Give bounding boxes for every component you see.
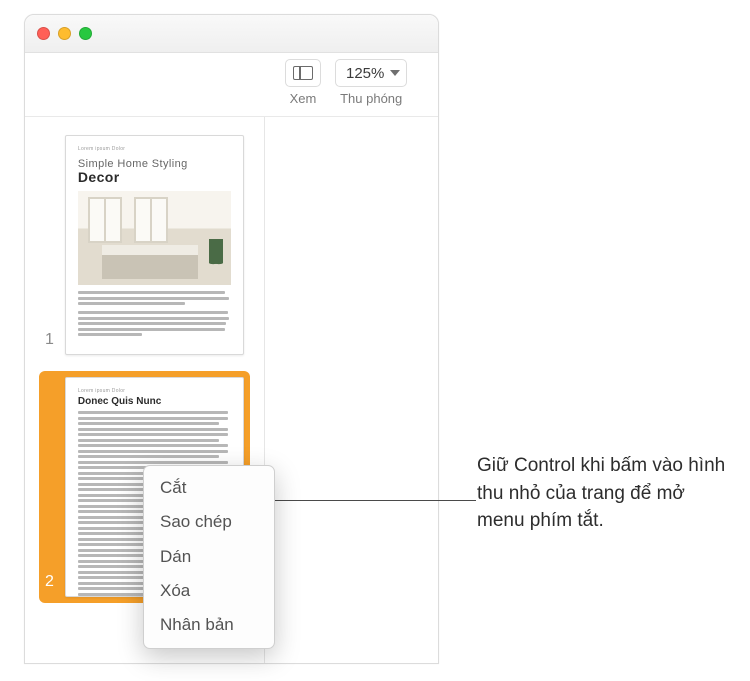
close-window-button[interactable] bbox=[37, 27, 50, 40]
zoom-dropdown[interactable]: 125% bbox=[335, 59, 407, 87]
zoom-group: 125% Thu phóng bbox=[335, 59, 407, 106]
page-number: 1 bbox=[45, 331, 57, 349]
chevron-down-icon bbox=[390, 70, 400, 76]
ctx-paste[interactable]: Dán bbox=[144, 540, 274, 574]
app-window: Xem 125% Thu phóng 1 Lorem ipsum Dolor S… bbox=[24, 14, 439, 664]
sidebar-layout-icon bbox=[293, 66, 313, 80]
zoom-label: Thu phóng bbox=[340, 91, 402, 106]
ctx-delete[interactable]: Xóa bbox=[144, 574, 274, 608]
thumbnail-preview: Lorem ipsum Dolor Simple Home Styling De… bbox=[65, 135, 244, 355]
thumb-title: Decor bbox=[78, 169, 231, 185]
thumb-meta: Lorem ipsum Dolor bbox=[78, 146, 231, 152]
thumb-heading: Donec Quis Nunc bbox=[78, 396, 231, 407]
ctx-copy[interactable]: Sao chép bbox=[144, 505, 274, 539]
view-button[interactable] bbox=[285, 59, 321, 87]
ctx-duplicate[interactable]: Nhân bản bbox=[144, 608, 274, 642]
view-label: Xem bbox=[290, 91, 317, 106]
callout-leader-line bbox=[256, 500, 476, 501]
fullscreen-window-button[interactable] bbox=[79, 27, 92, 40]
thumb-para bbox=[78, 311, 231, 336]
page-thumbnail-1[interactable]: 1 Lorem ipsum Dolor Simple Home Styling … bbox=[39, 129, 250, 361]
context-menu: Cắt Sao chép Dán Xóa Nhân bản bbox=[143, 465, 275, 649]
thumb-para bbox=[78, 291, 231, 305]
page-number: 2 bbox=[45, 573, 57, 591]
callout-text: Giữ Control khi bấm vào hình thu nhỏ của… bbox=[477, 452, 737, 535]
toolbar: Xem 125% Thu phóng bbox=[25, 53, 438, 117]
thumb-meta: Lorem ipsum Dolor bbox=[78, 388, 231, 394]
document-canvas[interactable] bbox=[265, 117, 438, 663]
ctx-cut[interactable]: Cắt bbox=[144, 471, 274, 505]
zoom-value: 125% bbox=[346, 65, 384, 82]
thumb-photo bbox=[78, 191, 231, 285]
minimize-window-button[interactable] bbox=[58, 27, 71, 40]
titlebar bbox=[25, 15, 438, 53]
window-controls bbox=[37, 27, 92, 40]
view-group: Xem bbox=[285, 59, 321, 106]
